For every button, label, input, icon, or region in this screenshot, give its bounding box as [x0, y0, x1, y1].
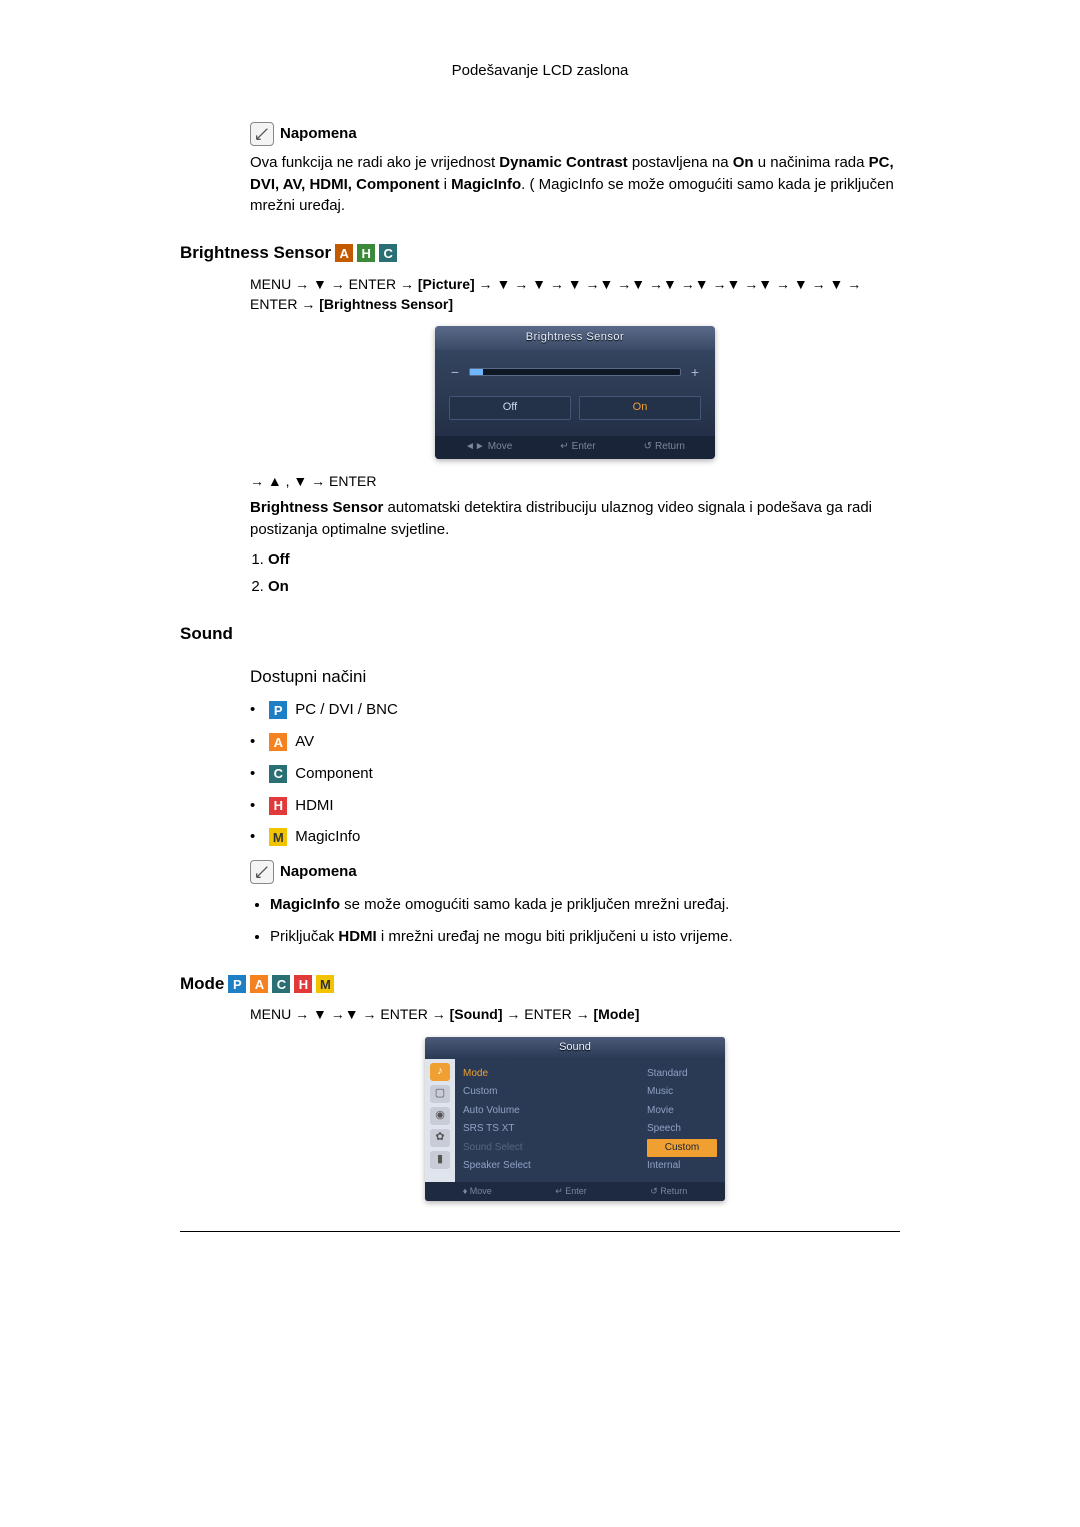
sound-category-icon[interactable]: ♪	[430, 1063, 450, 1081]
note-row-1: Napomena	[250, 122, 900, 146]
category-icon[interactable]: ▢	[430, 1085, 450, 1103]
badge-c-icon: C	[272, 975, 290, 993]
osd-left-labels: Mode Custom Auto Volume SRS TS XT Sound …	[463, 1065, 641, 1176]
mode-heading: Mode P A C H M	[180, 972, 900, 997]
osd-title: Sound	[425, 1037, 725, 1059]
osd-menu-item: Sound Select	[463, 1139, 641, 1158]
sound-heading: Sound	[180, 622, 900, 647]
list-item: On	[268, 576, 900, 598]
note-row-2: Napomena	[250, 860, 900, 884]
osd-on-option[interactable]: On	[579, 396, 701, 420]
badge-h-icon: H	[269, 797, 287, 815]
intro-paragraph: Ova funkcija ne radi ako je vrijednost D…	[250, 152, 900, 217]
list-item: C Component	[250, 763, 900, 785]
osd-menu-item[interactable]: Speaker Select	[463, 1157, 641, 1176]
osd-footer: ◄► Move ↵ Enter ↺ Return	[435, 436, 715, 459]
brightness-after-path: → ▲ , ▼ → ENTER	[250, 471, 900, 491]
brightness-description: Brightness Sensor automatski detektira d…	[250, 497, 900, 541]
badge-m-icon: M	[316, 975, 334, 993]
available-modes-heading: Dostupni načini	[250, 665, 900, 690]
return-hint: ↺ Return	[644, 440, 685, 455]
badge-p-icon: P	[269, 701, 287, 719]
note-icon	[250, 122, 274, 146]
osd-value[interactable]: Speech	[647, 1120, 717, 1139]
plus-icon: +	[689, 362, 701, 382]
osd-value[interactable]: Music	[647, 1083, 717, 1102]
footer-rule	[180, 1231, 900, 1232]
badge-a-icon: A	[250, 975, 268, 993]
category-icon[interactable]: ✿	[430, 1129, 450, 1147]
osd-title: Brightness Sensor	[435, 326, 715, 350]
list-item: M MagicInfo	[250, 826, 900, 848]
badge-h-icon: H	[357, 244, 375, 262]
list-item: A AV	[250, 731, 900, 753]
note-icon	[250, 860, 274, 884]
list-item: H HDMI	[250, 795, 900, 817]
osd-menu-item[interactable]: SRS TS XT	[463, 1120, 641, 1139]
osd-value-selected[interactable]: Custom	[647, 1139, 717, 1158]
badge-c-icon: C	[379, 244, 397, 262]
osd-right-values: Standard Music Movie Speech Custom Inter…	[647, 1065, 717, 1176]
category-icon[interactable]: ◉	[430, 1107, 450, 1125]
enter-hint: ↵ Enter	[560, 440, 595, 455]
osd-side-icons: ♪ ▢ ◉ ✿ ▮	[425, 1059, 455, 1182]
page-header: Podešavanje LCD zaslona	[180, 60, 900, 82]
badge-a-icon: A	[269, 733, 287, 751]
sound-osd: Sound ♪ ▢ ◉ ✿ ▮ Mode Custom Auto Volume …	[425, 1037, 725, 1201]
list-item: MagicInfo se može omogućiti samo kada je…	[270, 894, 900, 916]
move-hint: ♦ Move	[463, 1185, 492, 1198]
osd-slider-row: − +	[449, 362, 701, 382]
osd-off-option[interactable]: Off	[449, 396, 571, 420]
osd-slider[interactable]	[469, 368, 681, 376]
move-hint: ◄► Move	[465, 440, 512, 455]
sound-notes: MagicInfo se može omogućiti samo kada je…	[270, 894, 900, 948]
list-item: Off	[268, 549, 900, 571]
osd-value[interactable]: Internal	[647, 1157, 717, 1176]
badge-c-icon: C	[269, 765, 287, 783]
list-item: P PC / DVI / BNC	[250, 699, 900, 721]
return-hint: ↺ Return	[650, 1185, 687, 1198]
brightness-nav-path: MENU → ▼ → ENTER → [Picture] → ▼ → ▼ → ▼…	[250, 274, 900, 315]
brightness-options-list: Off On	[268, 549, 900, 599]
minus-icon: −	[449, 362, 461, 382]
brightness-sensor-heading: Brightness Sensor A H C	[180, 241, 900, 266]
note-label: Napomena	[280, 861, 357, 883]
osd-menu-item[interactable]: Auto Volume	[463, 1102, 641, 1121]
osd-footer: ♦ Move ↵ Enter ↺ Return	[425, 1182, 725, 1201]
badge-h-icon: H	[294, 975, 312, 993]
modes-list: P PC / DVI / BNC A AV C Component H HDMI…	[250, 699, 900, 848]
osd-value[interactable]: Movie	[647, 1102, 717, 1121]
osd-menu-item[interactable]: Mode	[463, 1065, 641, 1084]
badge-a-icon: A	[335, 244, 353, 262]
category-icon[interactable]: ▮	[430, 1151, 450, 1169]
brightness-osd: Brightness Sensor − + Off On ◄► Move ↵ E…	[435, 326, 715, 459]
badge-p-icon: P	[228, 975, 246, 993]
badge-m-icon: M	[269, 828, 287, 846]
mode-nav-path: MENU → ▼ →▼ → ENTER → [Sound] → ENTER → …	[250, 1004, 900, 1024]
list-item: Priključak HDMI i mrežni uređaj ne mogu …	[270, 926, 900, 948]
osd-value[interactable]: Standard	[647, 1065, 717, 1084]
osd-menu-item[interactable]: Custom	[463, 1083, 641, 1102]
note-label: Napomena	[280, 123, 357, 145]
enter-hint: ↵ Enter	[555, 1185, 587, 1198]
